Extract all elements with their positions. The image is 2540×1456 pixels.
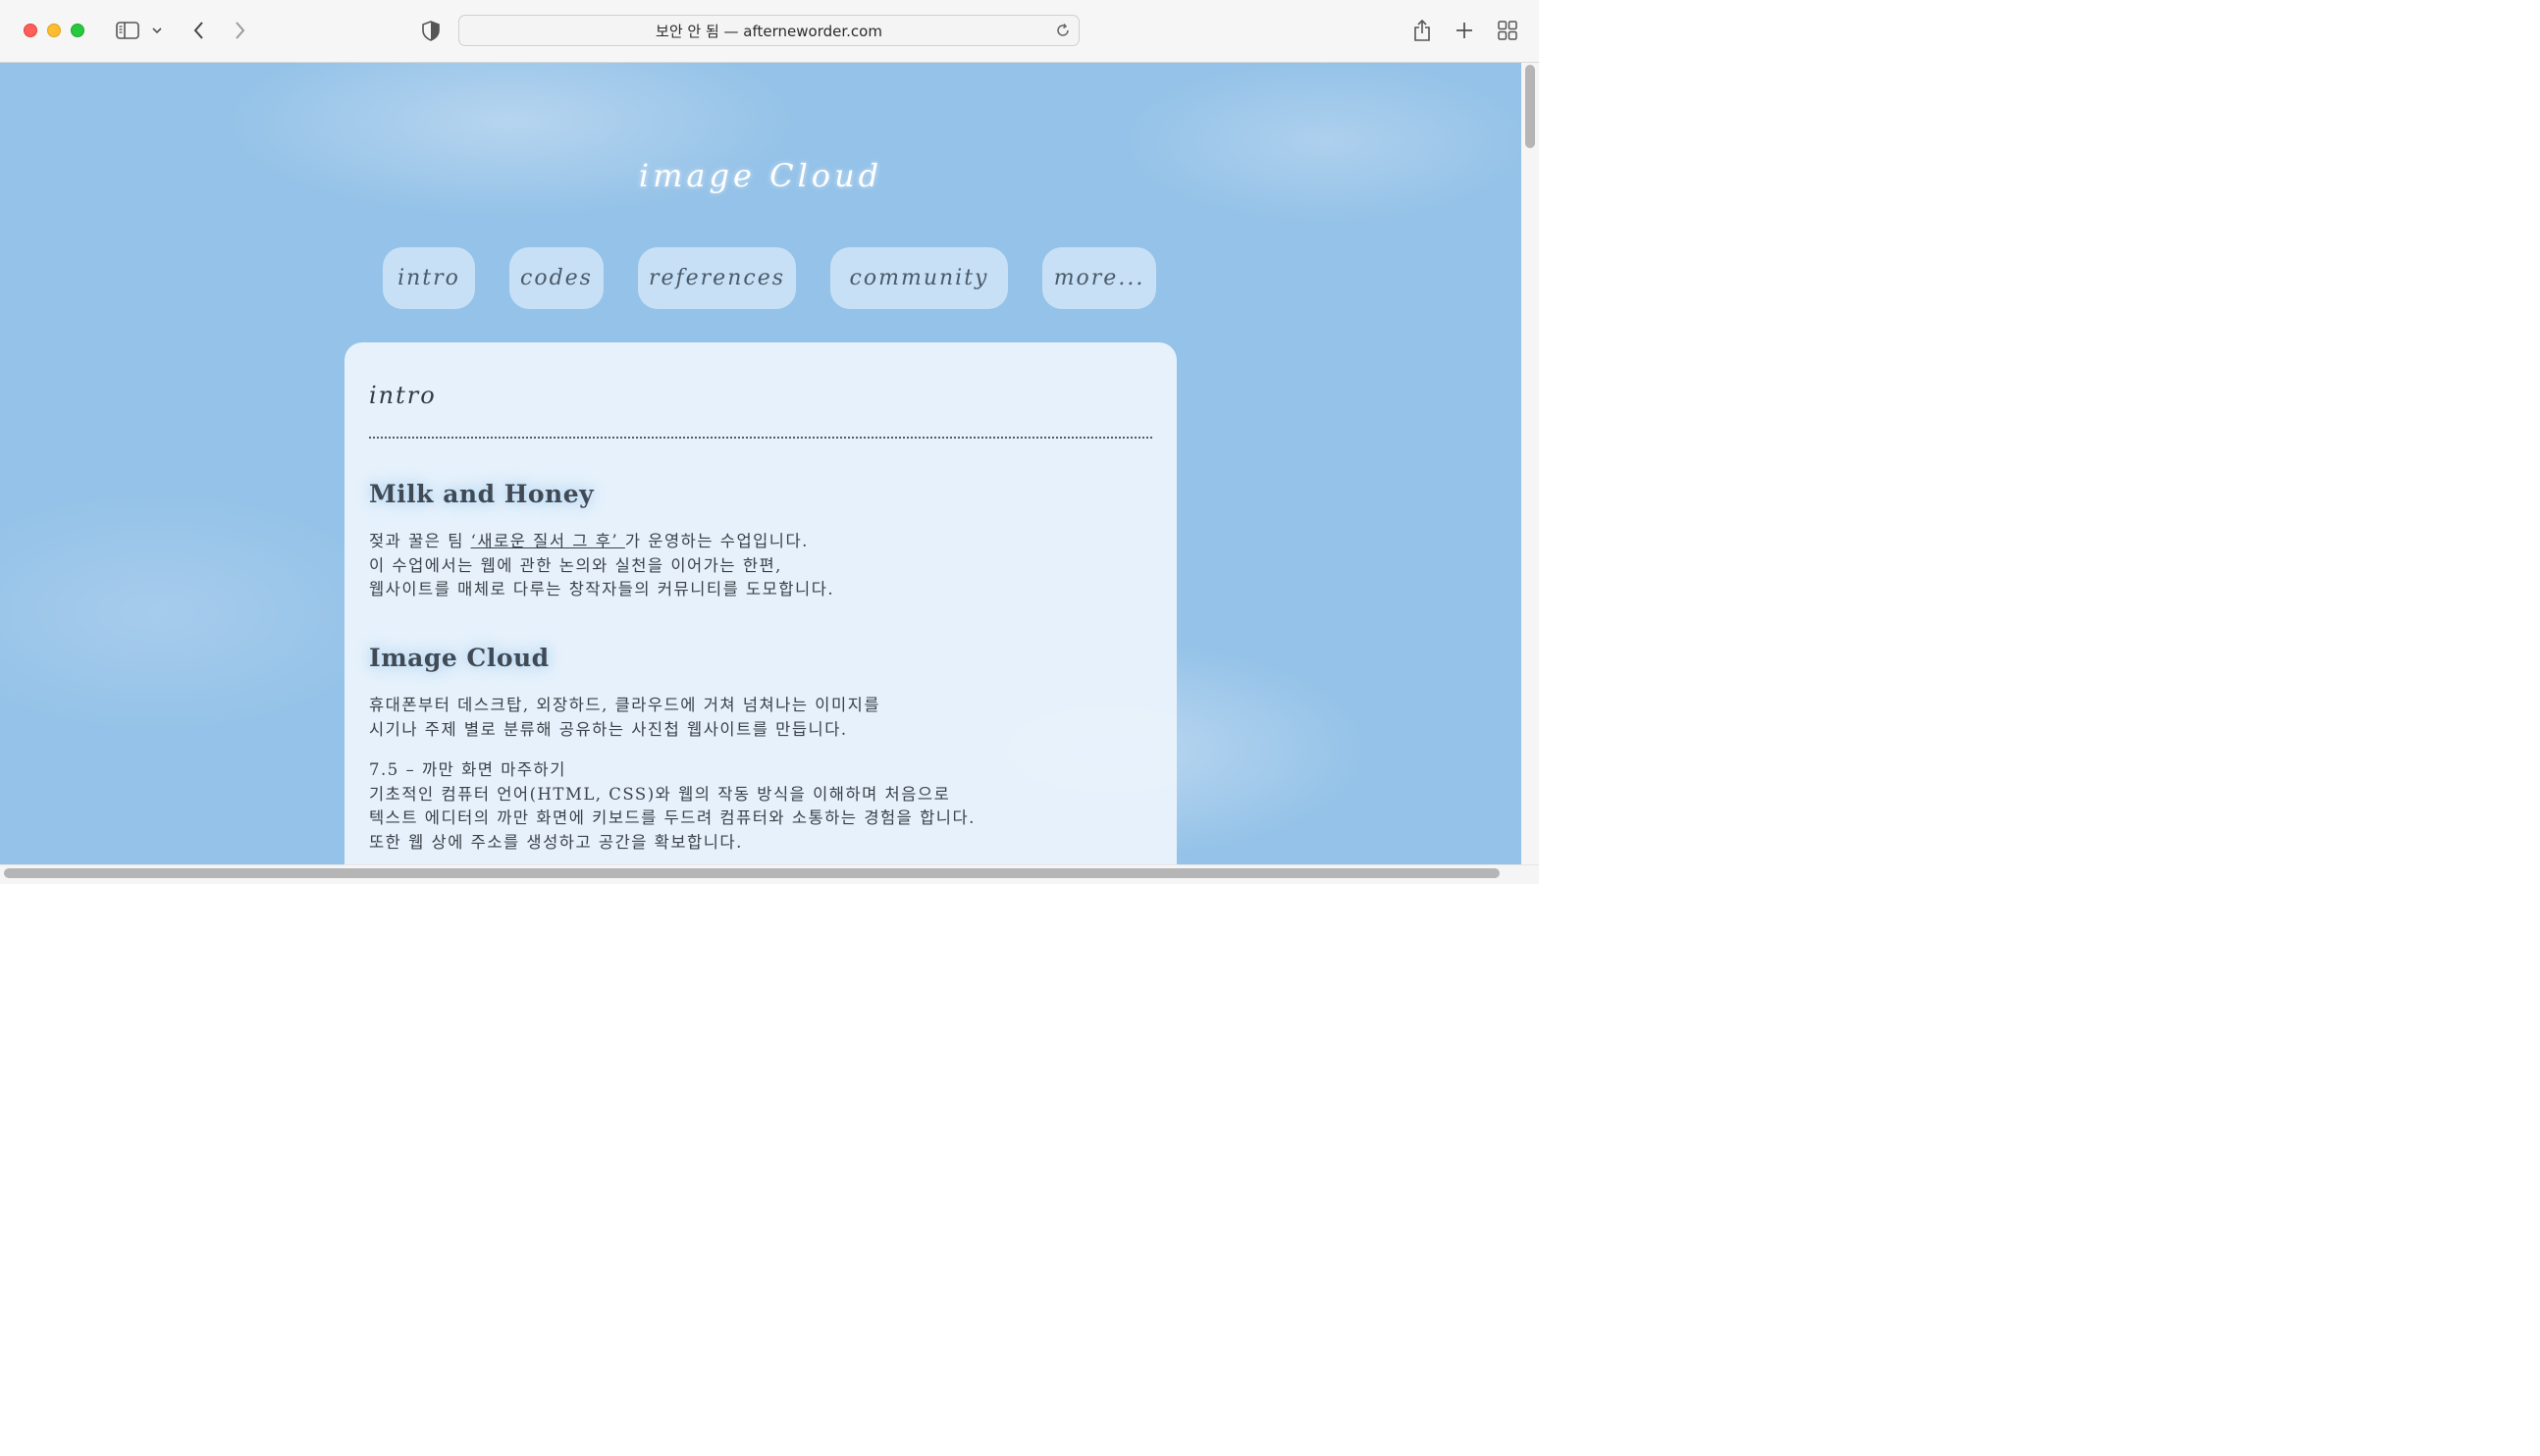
tab-overview-icon[interactable] [1496,19,1519,42]
text-line: 시기나 주제 별로 분류해 공유하는 사진첩 웹사이트를 만듭니다. [369,719,848,739]
text-line: 텍스트 에디터의 까만 화면에 키보드를 두드려 컴퓨터와 소통하는 경험을 합… [369,808,976,827]
text-line: 젖과 꿀은 팀 [369,532,471,550]
section-title-milk-and-honey: Milk and Honey [369,480,595,508]
horizontal-scrollbar-thumb[interactable] [4,868,1500,878]
text-line: 기초적인 컴퓨터 언어(HTML, CSS)와 웹의 작동 방식을 이해하며 처… [369,784,951,804]
nav-codes-button[interactable]: codes [509,247,604,309]
back-icon[interactable] [188,19,208,42]
sidebar-icon[interactable] [115,20,140,41]
reload-icon[interactable] [1055,23,1071,42]
chevron-down-icon[interactable] [150,24,164,37]
vertical-scrollbar-thumb[interactable] [1525,65,1535,148]
forward-icon[interactable] [230,19,249,42]
vertical-scrollbar[interactable] [1521,63,1539,864]
text-line: 웹사이트를 매체로 다루는 창작자들의 커뮤니티를 도모합니다. [369,580,835,598]
privacy-shield-icon[interactable] [420,20,442,41]
page-viewport: image Cloud intro codes references commu… [0,63,1521,864]
text-line: 이 수업에서는 웹에 관한 논의와 실천을 이어가는 한편, [369,555,782,575]
session-description: 7.5 – 까만 화면 마주하기기초적인 컴퓨터 언어(HTML, CSS)와 … [369,758,1144,855]
content-card: intro Milk and Honey 젖과 꿀은 팀 ‘새로운 질서 그 후… [344,342,1177,864]
text-line: 휴대폰부터 데스크탑, 외장하드, 클라우드에 거쳐 넘쳐나는 이미지를 [369,696,880,714]
nav-references-button[interactable]: references [638,247,796,309]
text-line: 가 운영하는 수업입니다. [624,532,809,550]
minimize-window-button[interactable] [47,24,61,37]
section-text-milk-and-honey: 젖과 꿀은 팀 ‘새로운 질서 그 후’ 가 운영하는 수업입니다. 이 수업에서… [369,530,1144,602]
address-bar[interactable]: 보안 안 됨 — afterneworder.com [458,15,1080,46]
nav-community-button[interactable]: community [830,247,1008,309]
browser-toolbar: 보안 안 됨 — afterneworder.com [0,0,1539,63]
text-line: 또한 웹 상에 주소를 생성하고 공간을 확보합니다. [369,832,743,852]
nav-more-button[interactable]: more... [1042,247,1156,309]
section-text-image-cloud: 휴대폰부터 데스크탑, 외장하드, 클라우드에 거쳐 넘쳐나는 이미지를시기나 … [369,694,1144,742]
nav-intro-button[interactable]: intro [383,247,475,309]
team-link[interactable]: ‘새로운 질서 그 후’ [471,532,625,550]
address-text: 보안 안 됨 — afterneworder.com [656,22,882,40]
dotted-divider [369,437,1152,439]
session-title: 7.5 – 까만 화면 마주하기 [369,760,566,779]
card-heading: intro [369,382,437,409]
close-window-button[interactable] [24,24,37,37]
site-title: image Cloud [638,157,883,194]
section-title-image-cloud: Image Cloud [369,644,550,672]
share-icon[interactable] [1410,17,1434,44]
new-tab-icon[interactable] [1453,19,1476,42]
zoom-window-button[interactable] [71,24,84,37]
